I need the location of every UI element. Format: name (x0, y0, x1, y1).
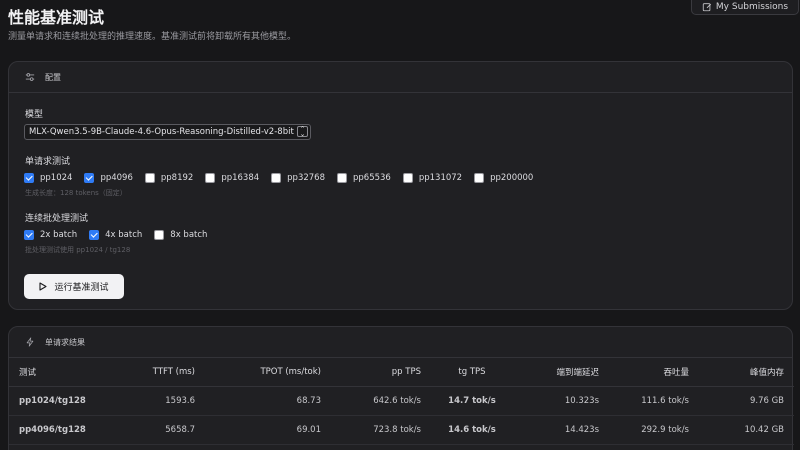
column-header: pp TPS (331, 359, 431, 387)
config-card: 配置 模型 MLX-Qwen3.5-9B-Claude-4.6-Opus-Rea… (8, 61, 793, 310)
results-title: 单请求结果 (45, 337, 85, 347)
checkbox-label: 8x batch (170, 230, 208, 240)
model-select-value: MLX-Qwen3.5-9B-Claude-4.6-Opus-Reasoning… (29, 127, 306, 137)
table-cell: 642.6 tok/s (331, 386, 431, 416)
results-header-row: 测试 TTFT (ms) TPOT (ms/tok) pp TPS tg TPS… (9, 359, 794, 387)
checkbox-box[interactable] (205, 173, 216, 183)
my-submissions-label: My Submissions (715, 1, 789, 12)
checkbox-pp32768[interactable]: pp32768 (271, 173, 325, 183)
table-cell: 69.01 (205, 415, 331, 445)
single-test-options: pp1024 pp4096 pp8192 pp16384 pp32768 pp6… (24, 171, 545, 185)
table-cell: 10.323s (513, 386, 609, 416)
checkbox-box[interactable] (474, 173, 485, 183)
checkbox-box[interactable] (84, 173, 95, 183)
table-cell: 111.6 tok/s (609, 386, 699, 416)
checkbox-box[interactable] (24, 230, 34, 240)
column-header: 测试 (9, 359, 119, 387)
checkbox-box[interactable] (144, 173, 155, 183)
page-title: 性能基准测试 (8, 8, 105, 27)
table-cell: 1593.6 (119, 386, 205, 416)
table-cell: 10.42 GB (699, 415, 794, 445)
single-test-hint: 生成长度：128 tokens（固定） (25, 189, 127, 197)
model-label: 模型 (25, 110, 44, 120)
checkbox-label: 4x batch (105, 230, 143, 240)
checkbox-label: pp8192 (160, 173, 194, 183)
play-icon (39, 282, 48, 291)
zap-icon (26, 337, 34, 347)
checkbox-box[interactable] (337, 173, 347, 183)
checkbox-label: pp16384 (221, 173, 260, 183)
table-cell: 9.76 GB (699, 386, 794, 416)
checkbox-box[interactable] (89, 230, 100, 240)
table-cell: 14.7 tok/s (431, 386, 513, 416)
column-header: TTFT (ms) (119, 359, 205, 387)
table-cell: 292.9 tok/s (609, 415, 699, 445)
results-table: 测试 TTFT (ms) TPOT (ms/tok) pp TPS tg TPS… (9, 359, 794, 445)
column-header: 峰值内存 (699, 359, 794, 387)
checkbox-box[interactable] (402, 173, 413, 183)
column-header: TPOT (ms/tok) (205, 359, 331, 387)
checkbox-pp200000[interactable]: pp200000 (474, 173, 533, 183)
page-subtitle: 测量单请求和连续批处理的推理速度。基准测试前将卸载所有其他模型。 (8, 32, 297, 42)
checkbox-label: pp4096 (100, 173, 133, 183)
checkbox-box[interactable] (271, 173, 282, 183)
results-card: 单请求结果 测试 TTFT (ms) TPOT (ms/tok) pp TPS … (8, 326, 794, 450)
batch-test-label: 连续批处理测试 (25, 214, 89, 224)
checkbox-label: pp32768 (287, 173, 325, 183)
sliders-icon (25, 73, 35, 81)
table-cell: pp4096/tg128 (9, 415, 119, 445)
column-header: 端到端延迟 (513, 359, 609, 387)
checkbox-box[interactable] (24, 173, 34, 183)
checkbox-pp131072[interactable]: pp131072 (402, 173, 463, 183)
column-header: tg TPS (431, 359, 513, 387)
checkbox-pp1024[interactable]: pp1024 (24, 173, 72, 183)
checkbox-pp8192[interactable]: pp8192 (144, 173, 194, 183)
batch-test-hint: 批处理测试使用 pp1024 / tg128 (25, 246, 131, 254)
column-header: 吞吐量 (609, 359, 699, 387)
table-cell: 5658.7 (119, 415, 205, 445)
table-cell: 723.8 tok/s (331, 415, 431, 445)
table-row: pp1024/tg128 1593.6 68.73 642.6 tok/s 14… (9, 386, 794, 416)
chevron-updown-icon: ⌃ ⌄ (297, 126, 308, 138)
checkbox-label: 2x batch (40, 230, 78, 240)
checkbox-pp4096[interactable]: pp4096 (84, 173, 133, 183)
checkbox-pp16384[interactable]: pp16384 (205, 173, 259, 183)
edit-icon (702, 2, 711, 11)
checkbox-label: pp1024 (40, 173, 73, 183)
checkbox-8x-batch[interactable]: 8x batch (154, 230, 207, 240)
config-header: 配置 (9, 62, 792, 93)
table-cell: 68.73 (205, 386, 331, 416)
config-title: 配置 (45, 72, 61, 82)
table-cell: 14.6 tok/s (431, 415, 513, 445)
my-submissions-button[interactable]: My Submissions (691, 0, 799, 15)
checkbox-pp65536[interactable]: pp65536 (337, 173, 391, 183)
model-select[interactable]: MLX-Qwen3.5-9B-Claude-4.6-Opus-Reasoning… (24, 124, 311, 140)
single-test-label: 单请求测试 (25, 157, 71, 167)
checkbox-label: pp65536 (353, 173, 391, 183)
checkbox-4x-batch[interactable]: 4x batch (89, 230, 142, 240)
table-cell: 14.423s (513, 415, 609, 445)
run-benchmark-label: 运行基准测试 (54, 283, 109, 293)
run-benchmark-button[interactable]: 运行基准测试 (24, 274, 124, 299)
batch-test-options: 2x batch 4x batch 8x batch (24, 228, 219, 242)
checkbox-label: pp200000 (490, 173, 534, 183)
table-cell: pp1024/tg128 (9, 386, 119, 416)
checkbox-box[interactable] (154, 230, 165, 240)
checkbox-2x-batch[interactable]: 2x batch (24, 230, 77, 240)
checkbox-label: pp131072 (418, 173, 463, 183)
table-row: pp4096/tg128 5658.7 69.01 723.8 tok/s 14… (9, 415, 794, 445)
results-header: 单请求结果 (9, 327, 792, 358)
